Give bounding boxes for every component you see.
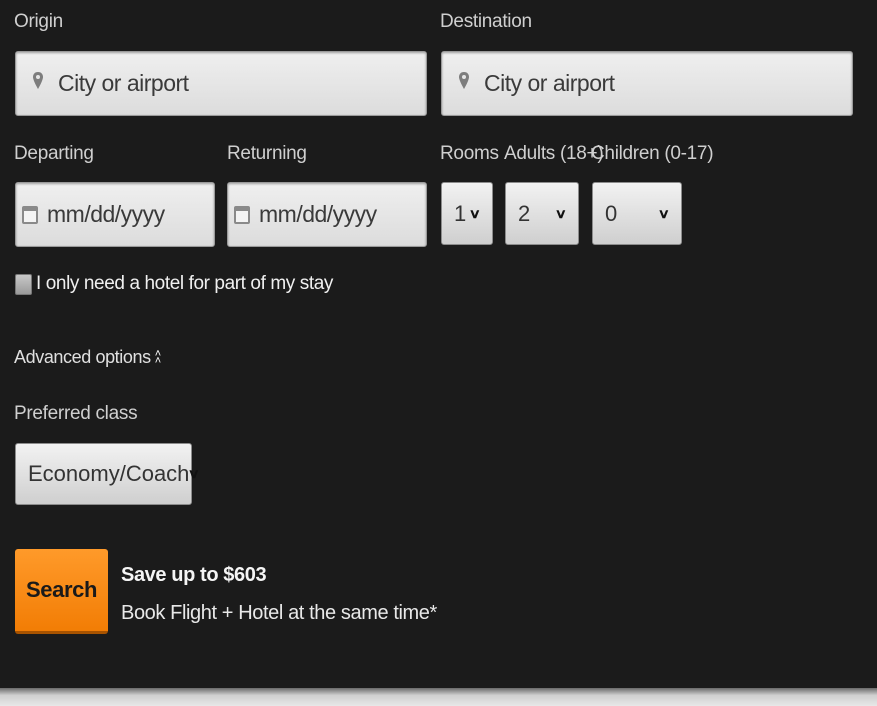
children-select[interactable]: 0 ∨ [592, 182, 682, 245]
departing-placeholder: mm/dd/yyyy [47, 201, 165, 227]
search-panel: Origin City or airport Destination City … [0, 0, 877, 688]
destination-input[interactable]: City or airport [441, 51, 853, 116]
promo-subtitle: Book Flight + Hotel at the same time* [121, 602, 437, 624]
preferred-class-select[interactable]: Economy/Coach ∨ [15, 443, 200, 505]
page-divider [0, 688, 877, 706]
advanced-options-label: Advanced options [14, 347, 151, 367]
preferred-class-label: Preferred class [14, 403, 138, 424]
destination-placeholder: City or airport [484, 70, 615, 96]
adults-value: 2 [518, 200, 531, 226]
chevron-down-icon: ∨ [555, 205, 568, 221]
departing-label: Departing [14, 143, 94, 164]
origin-label: Origin [14, 11, 63, 32]
calendar-icon [234, 205, 250, 224]
returning-placeholder: mm/dd/yyyy [259, 201, 377, 227]
returning-label: Returning [227, 143, 307, 164]
partial-stay-checkbox[interactable] [15, 274, 32, 295]
preferred-class-value: Economy/Coach [28, 461, 190, 486]
chevron-down-icon: ∨ [187, 466, 201, 481]
search-button[interactable]: Search [15, 549, 108, 634]
location-pin-icon [32, 71, 44, 97]
adults-select[interactable]: 2 ∨ [505, 182, 579, 245]
advanced-options-toggle[interactable]: Advanced options ˄ ˄ [14, 347, 161, 368]
promo-title: Save up to $603 [121, 564, 267, 586]
origin-placeholder: City or airport [58, 70, 189, 96]
children-label: Children (0-17) [591, 143, 714, 164]
location-pin-icon [458, 71, 470, 97]
children-value: 0 [605, 200, 618, 226]
partial-stay-label[interactable]: I only need a hotel for part of my stay [36, 273, 333, 295]
rooms-select[interactable]: 1 ∨ [441, 182, 493, 245]
rooms-value: 1 [454, 200, 467, 226]
returning-date-input[interactable]: mm/dd/yyyy [227, 182, 427, 247]
destination-label: Destination [440, 11, 532, 32]
chevron-down-icon: ∨ [469, 205, 482, 221]
calendar-icon [22, 205, 38, 224]
rooms-label: Rooms [440, 143, 499, 164]
origin-input[interactable]: City or airport [15, 51, 427, 116]
adults-label: Adults (18+) [504, 143, 604, 164]
chevron-down-icon: ∨ [658, 205, 671, 221]
chevron-up-icon: ˄ ˄ [154, 347, 161, 367]
departing-date-input[interactable]: mm/dd/yyyy [15, 182, 215, 247]
